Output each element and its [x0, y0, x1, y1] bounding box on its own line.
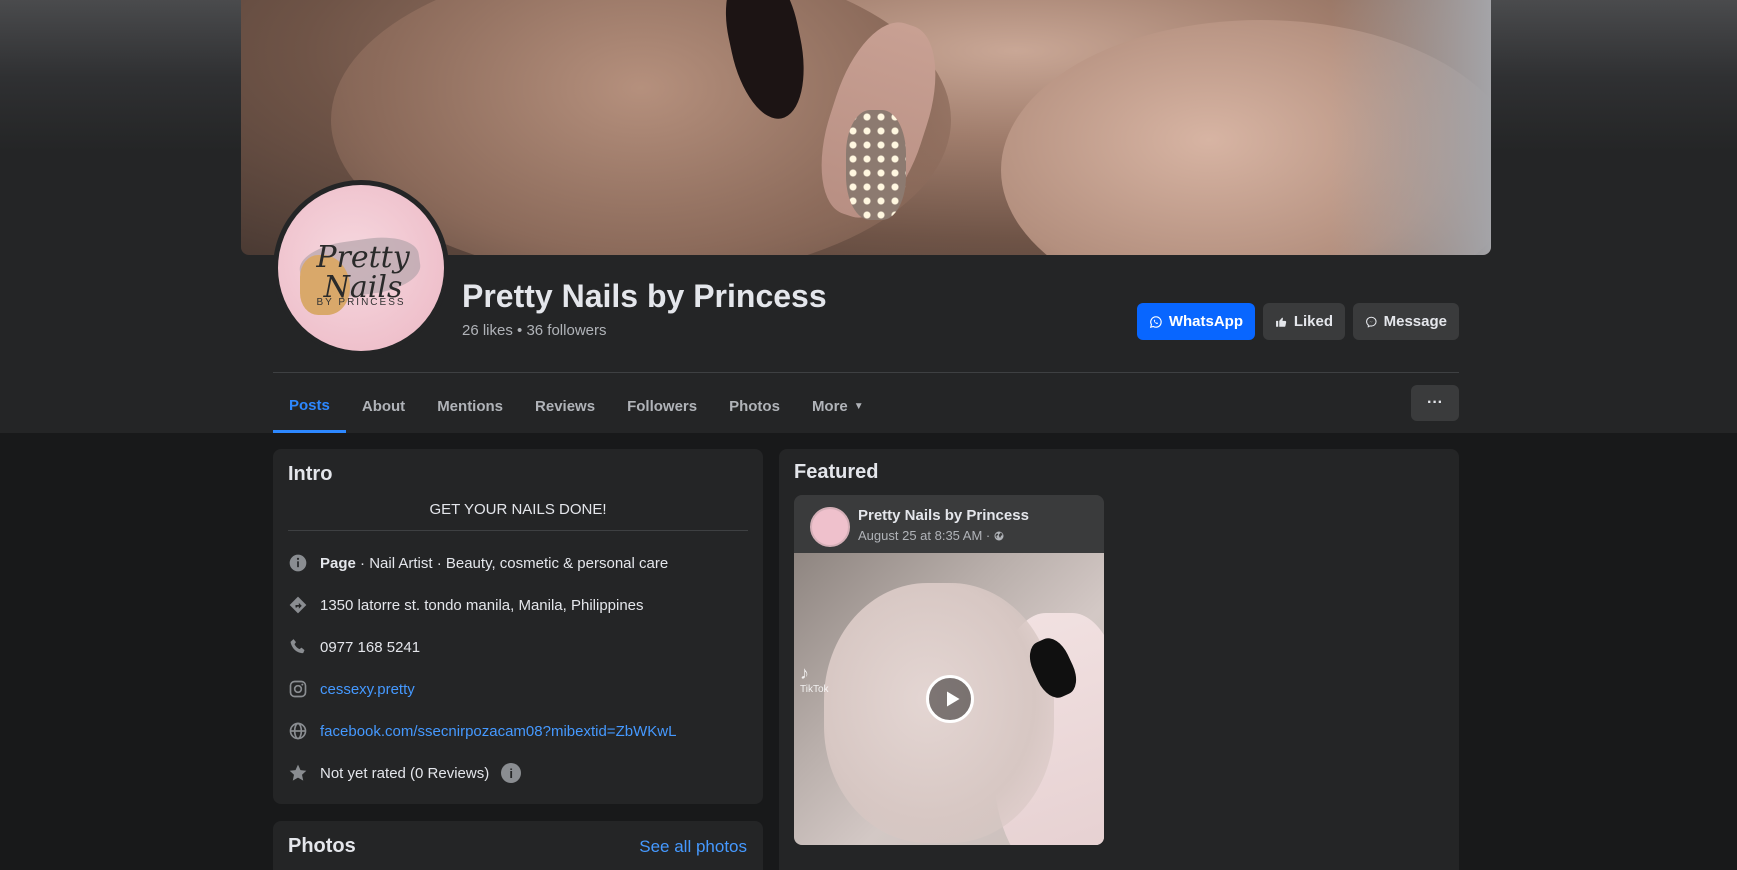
page-title: Pretty Nails by Princess	[462, 278, 827, 314]
more-options-button[interactable]: ···	[1411, 385, 1459, 421]
tab-more[interactable]: More ▼	[796, 380, 880, 433]
post-author-name[interactable]: Pretty Nails by Princess	[858, 507, 1029, 524]
directions-icon	[288, 595, 308, 615]
intro-bio: GET YOUR NAILS DONE!	[288, 501, 748, 531]
tab-about[interactable]: About	[346, 380, 421, 433]
tiktok-icon: ♪	[800, 663, 809, 683]
post-header: Pretty Nails by Princess August 25 at 8:…	[794, 495, 1104, 553]
category-text: · Nail Artist · Beauty, cosmetic & perso…	[355, 554, 669, 572]
phone-row: 0977 168 5241	[288, 637, 420, 657]
page-stats[interactable]: 26 likes • 36 followers	[462, 322, 607, 339]
post-video-thumbnail[interactable]: ♪ TikTok	[794, 553, 1104, 845]
category-row: Page · Nail Artist · Beauty, cosmetic & …	[288, 553, 668, 573]
play-icon	[946, 691, 959, 707]
whatsapp-icon	[1149, 315, 1162, 328]
intro-title: Intro	[288, 463, 333, 485]
message-button[interactable]: Message	[1353, 303, 1459, 340]
globe-icon	[994, 531, 1004, 540]
tab-posts[interactable]: Posts	[273, 380, 346, 433]
info-icon	[288, 553, 308, 573]
category-page-label: Page	[320, 554, 356, 572]
whatsapp-button[interactable]: WhatsApp	[1137, 303, 1255, 340]
post-date[interactable]: August 25 at 8:35 AM ·	[858, 528, 1005, 543]
website-link[interactable]: facebook.com/ssecnirpozacam08?mibextid=Z…	[320, 723, 676, 740]
address-text: 1350 latorre st. tondo manila, Manila, P…	[320, 596, 644, 614]
instagram-icon	[288, 679, 308, 699]
play-button[interactable]	[926, 675, 974, 723]
logo-sub-text: BY PRINCESS	[316, 297, 406, 308]
star-icon	[288, 763, 308, 783]
tab-more-label: More	[811, 398, 848, 415]
post-author-avatar[interactable]	[810, 507, 850, 547]
profile-tabs: Posts About Mentions Reviews Followers P…	[273, 380, 880, 433]
website-row: facebook.com/ssecnirpozacam08?mibextid=Z…	[288, 721, 676, 741]
tab-photos[interactable]: Photos	[713, 380, 796, 433]
liked-label: Liked	[1293, 313, 1333, 330]
whatsapp-label: WhatsApp	[1168, 313, 1243, 330]
messenger-icon	[1366, 316, 1377, 328]
intro-card: Intro GET YOUR NAILS DONE! Page · Nail A…	[273, 449, 763, 804]
see-all-photos-link[interactable]: See all photos	[639, 837, 747, 857]
tiktok-watermark: ♪ TikTok	[800, 663, 829, 695]
globe-icon	[288, 721, 308, 741]
featured-post[interactable]: Pretty Nails by Princess August 25 at 8:…	[794, 495, 1104, 845]
post-date-text: August 25 at 8:35 AM ·	[858, 528, 991, 543]
rating-info-icon[interactable]: i	[501, 763, 522, 783]
thumbs-up-icon	[1276, 317, 1287, 327]
photos-card: Photos See all photos	[273, 821, 763, 870]
rating-text: Not yet rated (0 Reviews)	[320, 764, 490, 782]
header-divider	[273, 372, 1459, 373]
instagram-row: cessexy.pretty	[288, 679, 415, 699]
featured-title: Featured	[794, 461, 879, 483]
caret-down-icon: ▼	[853, 401, 864, 412]
phone-text[interactable]: 0977 168 5241	[320, 639, 420, 656]
tab-followers[interactable]: Followers	[611, 380, 713, 433]
message-label: Message	[1383, 313, 1447, 330]
rating-row: Not yet rated (0 Reviews) i	[288, 763, 522, 783]
address-row: 1350 latorre st. tondo manila, Manila, P…	[288, 595, 644, 615]
liked-button[interactable]: Liked	[1263, 303, 1345, 340]
tab-mentions[interactable]: Mentions	[421, 380, 519, 433]
phone-icon	[288, 637, 308, 657]
featured-card: Featured Pretty Nails by Princess August…	[779, 449, 1459, 870]
profile-avatar[interactable]: Pretty Nails BY PRINCESS	[273, 180, 449, 356]
photos-title: Photos	[288, 835, 356, 857]
tab-reviews[interactable]: Reviews	[519, 380, 611, 433]
instagram-link[interactable]: cessexy.pretty	[320, 681, 415, 698]
tiktok-label: TikTok	[800, 684, 829, 695]
profile-logo: Pretty Nails BY PRINCESS	[278, 185, 444, 351]
logo-script-text: Pretty Nails	[316, 240, 410, 305]
